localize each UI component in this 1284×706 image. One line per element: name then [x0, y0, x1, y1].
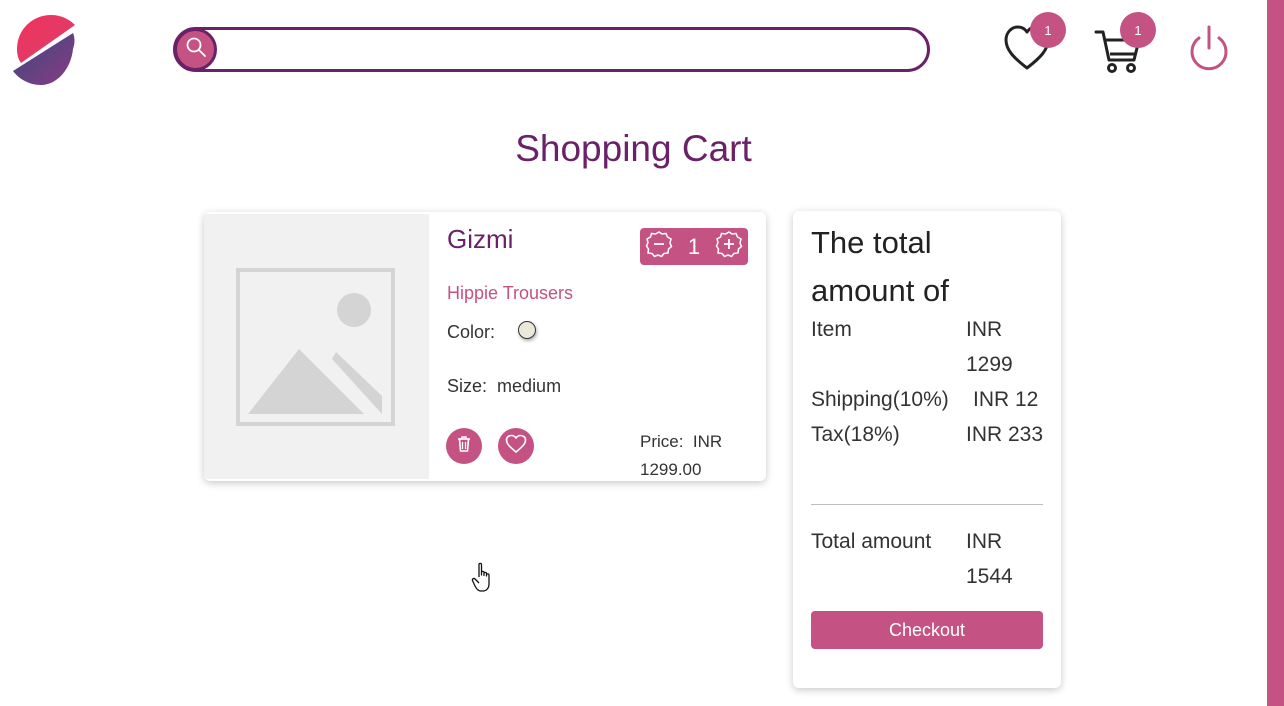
summary-value: INR 1299 [966, 318, 1013, 376]
wishlist-count-badge: 1 [1030, 12, 1066, 48]
product-subtitle: Hippie Trousers [447, 283, 574, 303]
checkout-button[interactable]: Checkout [811, 611, 1043, 649]
product-image-placeholder [204, 214, 429, 479]
minus-icon [645, 230, 673, 263]
hand-cursor-icon [470, 560, 498, 596]
color-swatch [518, 321, 536, 339]
summary-value: INR 12 [973, 388, 1039, 411]
total-value: INR 1544 [966, 530, 1013, 588]
heart-icon [1002, 25, 1056, 78]
summary-title: The total amount of [811, 225, 949, 308]
summary-label: Item [811, 318, 852, 341]
page-scrollbar[interactable] [1267, 0, 1284, 706]
plus-icon [715, 230, 743, 263]
brand-logo[interactable] [11, 13, 79, 87]
price-label: Price: [640, 432, 684, 451]
page-title: Shopping Cart [515, 128, 752, 169]
increase-quantity-button[interactable] [714, 230, 744, 263]
summary-label: Tax(18%) [811, 423, 900, 446]
size-row: Size: medium [447, 376, 561, 397]
cart-count-badge: 1 [1120, 12, 1156, 48]
summary-divider [811, 504, 1043, 505]
decrease-quantity-button[interactable] [644, 230, 674, 263]
search-bar [173, 27, 930, 72]
cart-icon [1094, 30, 1144, 80]
power-icon [1185, 25, 1233, 80]
total-label: Total amount [811, 530, 932, 553]
trash-icon [454, 434, 474, 459]
product-name[interactable]: Gizmi [447, 224, 513, 255]
order-summary-card: The total amount of Item INR 1299 Shippi… [793, 211, 1061, 688]
summary-value: INR 233 [966, 423, 1044, 446]
heart-icon [505, 434, 527, 459]
remove-item-button[interactable] [446, 428, 482, 464]
cart-item-card: Gizmi 1 Hippie Trousers Color: Size: med… [204, 212, 766, 481]
quantity-stepper: 1 [640, 228, 748, 265]
color-label: Color: [447, 322, 496, 342]
search-input[interactable] [224, 34, 914, 66]
move-to-wishlist-button[interactable] [498, 428, 534, 464]
summary-label: Shipping(10%) [811, 388, 949, 411]
search-icon [185, 36, 207, 63]
size-label: Size: [447, 376, 488, 396]
search-button[interactable] [174, 28, 217, 71]
price: Price: INR 1299.00 [640, 428, 750, 484]
logout-button[interactable] [1185, 24, 1233, 76]
size-value: medium [497, 376, 562, 396]
quantity-value: 1 [687, 233, 701, 259]
